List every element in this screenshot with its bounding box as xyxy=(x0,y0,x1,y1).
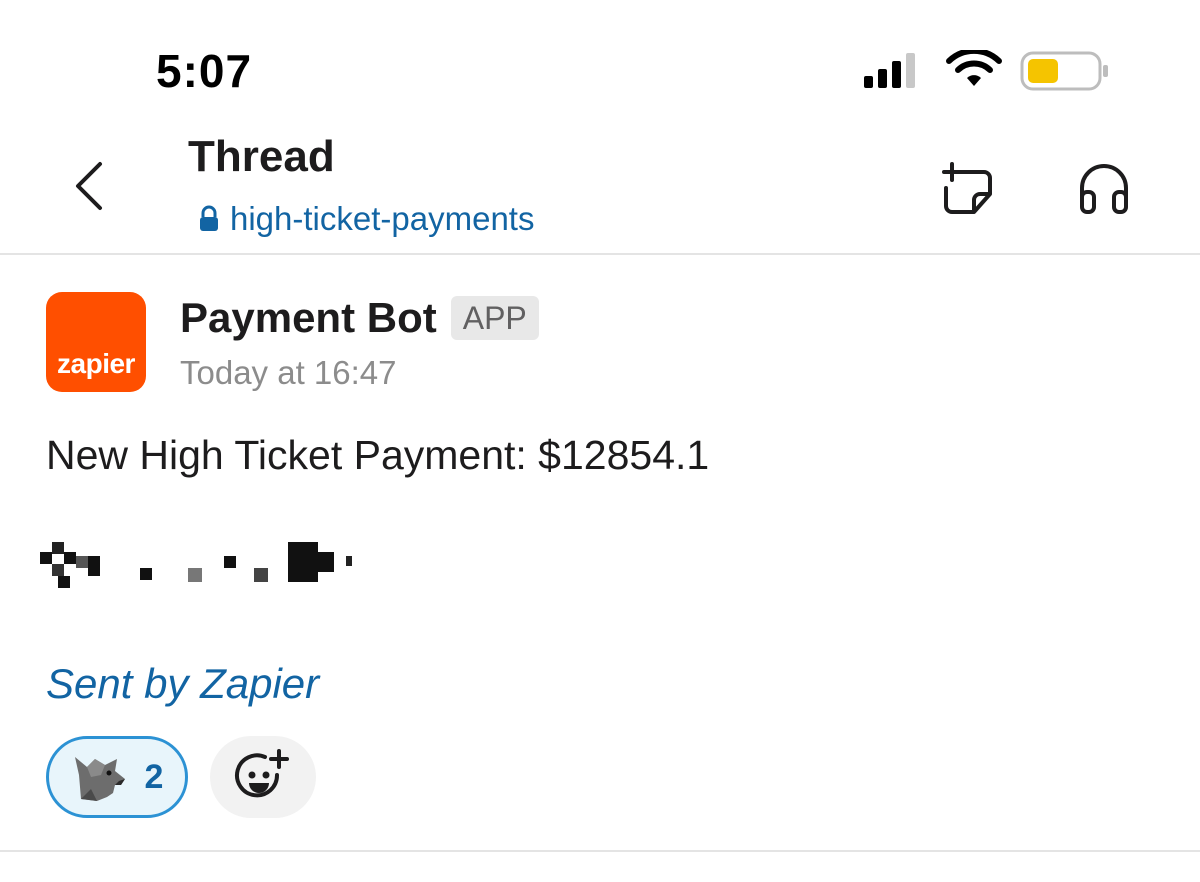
message-timestamp: Today at 16:47 xyxy=(180,354,397,391)
sender-row: Payment Bot APP xyxy=(180,294,539,342)
channel-link[interactable]: high-ticket-payments xyxy=(198,200,534,238)
back-chevron-icon[interactable] xyxy=(64,158,116,214)
app-badge: APP xyxy=(450,296,539,340)
new-note-icon[interactable] xyxy=(938,160,996,218)
message: zapier Payment Bot APP Today at 16:47 Ne… xyxy=(0,256,1200,852)
channel-name: high-ticket-payments xyxy=(230,200,535,237)
status-bar: 5:07 xyxy=(0,0,1200,110)
reaction-chip[interactable]: 2 xyxy=(46,736,188,818)
cellular-signal-icon xyxy=(864,53,915,88)
slack-thread-screen: 5:07 Thread high-ticket-payments zapier … xyxy=(0,0,1200,882)
wifi-icon xyxy=(946,50,1002,86)
status-time: 5:07 xyxy=(156,45,253,97)
lock-icon xyxy=(200,205,218,231)
add-reaction-button[interactable] xyxy=(210,736,316,818)
sent-by-link[interactable]: Sent by Zapier xyxy=(46,660,319,708)
battery-icon xyxy=(1020,51,1108,91)
page-title: Thread xyxy=(188,132,335,181)
message-text: New High Ticket Payment: $12854.1 xyxy=(46,432,710,478)
headphones-icon[interactable] xyxy=(1076,162,1132,216)
wolf-icon xyxy=(74,757,125,801)
thread-header: Thread high-ticket-payments xyxy=(0,110,1200,255)
avatar[interactable]: zapier xyxy=(46,292,146,392)
avatar-logo-text: zapier xyxy=(57,348,135,379)
sender-name[interactable]: Payment Bot xyxy=(180,294,437,342)
reaction-count: 2 xyxy=(144,757,164,796)
redacted-text-block xyxy=(40,542,352,588)
add-reaction-icon xyxy=(235,749,289,798)
